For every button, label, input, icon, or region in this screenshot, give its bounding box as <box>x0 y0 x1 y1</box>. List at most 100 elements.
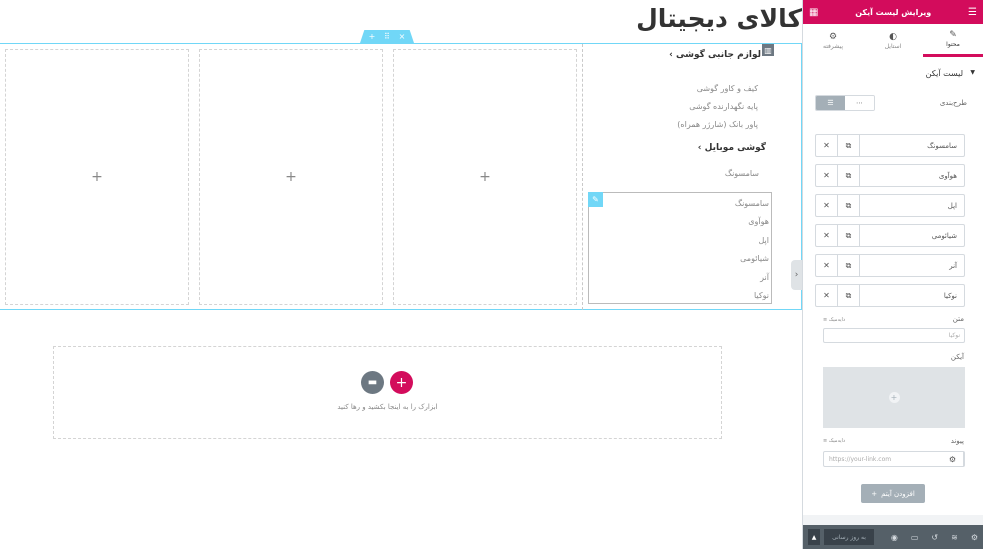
list-item[interactable]: کیف و کاور گوشی <box>677 80 758 98</box>
close-icon[interactable]: ✕ <box>816 195 838 216</box>
layout-toggle: ⋯ ☰ <box>815 95 875 111</box>
desktop-icon[interactable]: ▭ <box>911 533 919 542</box>
canvas: کالای دیجیتال + ⠿ × + + + ▥ لوازم جانبی … <box>0 0 802 549</box>
add-item-label: افزودن آیتم <box>881 489 915 498</box>
layout-label: طرح‌بندی <box>939 99 967 107</box>
icon-field-label: آیکن <box>950 353 964 361</box>
section-add-icon[interactable]: + <box>369 32 376 41</box>
pencil-icon: ✎ <box>949 30 957 40</box>
text-field-label: متن <box>952 315 964 323</box>
empty-column[interactable]: + <box>199 49 383 305</box>
icon-list-items: سامسونگ هوآوی اپل شیائومی آنر نوکیا <box>735 195 769 305</box>
section-delete-icon[interactable]: × <box>399 32 406 41</box>
layout-default-option[interactable]: ☰ <box>816 96 845 110</box>
copy-icon[interactable]: ⧉ <box>838 255 860 276</box>
list-item[interactable]: هوآوی <box>735 213 769 231</box>
tab-label: پیشرفته <box>822 42 844 50</box>
grid-icon[interactable]: ▦ <box>809 7 818 18</box>
tab-style[interactable]: ◐ استایل <box>863 24 923 57</box>
gear-icon[interactable]: ⚙ <box>971 533 978 542</box>
tab-advanced[interactable]: ⚙ پیشرفته <box>803 24 863 57</box>
link-placeholder[interactable]: https://your-link.com <box>824 452 942 466</box>
list-item[interactable]: آنر <box>735 269 769 287</box>
add-widget-icon[interactable]: + <box>285 170 297 184</box>
add-item-button[interactable]: افزودن آیتم + <box>861 484 925 503</box>
plus-icon: + <box>871 489 878 498</box>
nav-sub-item[interactable]: سامسونگ <box>725 169 759 178</box>
panel-footer: ▲ به روز رسانی ◉ ▭ ↺ ≋ ⚙ <box>803 525 983 549</box>
list-item[interactable]: شیائومی <box>735 250 769 268</box>
repeater-item[interactable]: شیائومی ⧉ ✕ <box>815 224 965 247</box>
column-handle-icon[interactable]: ▥ <box>762 44 774 56</box>
update-button[interactable]: به روز رسانی <box>824 529 874 545</box>
folder-icon[interactable]: ▬ <box>361 371 384 394</box>
copy-icon[interactable]: ⧉ <box>838 165 860 186</box>
drop-zone[interactable]: ▬ + ابزارک را به اینجا بکشید و رها کنید <box>53 346 722 439</box>
dynamic-tag[interactable]: دایه‌میک ≡ <box>823 317 845 323</box>
editor-panel: ☰ ویرایش لیست آیکن ▦ ✎ محتوا ◐ استایل ⚙ … <box>802 0 983 549</box>
repeater-item-title[interactable]: سامسونگ <box>860 135 964 156</box>
repeater-item-title[interactable]: اپل <box>860 195 964 216</box>
copy-icon[interactable]: ⧉ <box>838 225 860 246</box>
repeater-item[interactable]: نوکیا ⧉ ✕ <box>815 284 965 307</box>
repeater-item-title[interactable]: آنر <box>860 255 964 276</box>
dynamic-tag[interactable]: دایه‌میک ≡ <box>823 438 845 444</box>
dynamic-tag-label: دایه‌میک <box>828 438 846 444</box>
gear-icon: ⚙ <box>828 31 838 42</box>
plus-icon[interactable]: + <box>888 392 900 403</box>
add-widget-icon[interactable]: + <box>91 170 103 184</box>
history-icon[interactable]: ↺ <box>931 533 938 542</box>
caret-down-icon[interactable]: ▼ <box>970 69 975 76</box>
pencil-icon[interactable]: ✎ <box>588 192 603 207</box>
repeater-item-title[interactable]: شیائومی <box>860 225 964 246</box>
gear-icon[interactable]: ⚙ <box>942 452 964 466</box>
section-handle[interactable]: + ⠿ × <box>360 30 414 43</box>
add-section-button[interactable]: + <box>390 371 413 394</box>
repeater-item[interactable]: سامسونگ ⧉ ✕ <box>815 134 965 157</box>
close-icon[interactable]: ✕ <box>816 285 838 306</box>
empty-column[interactable]: + <box>393 49 577 305</box>
copy-icon[interactable]: ⧉ <box>838 135 860 156</box>
link-input[interactable]: https://your-link.com ⚙ <box>823 451 965 467</box>
close-icon[interactable]: ✕ <box>816 135 838 156</box>
list-item[interactable]: پاور بانک (شارژر همراه) <box>677 116 758 134</box>
section[interactable]: + + + ▥ لوازم جانبی گوشی › کیف و کاور گو… <box>0 43 802 310</box>
section-move-icon[interactable]: ⠿ <box>384 32 390 41</box>
add-widget-icon[interactable]: + <box>479 170 491 184</box>
close-icon[interactable]: ✕ <box>816 225 838 246</box>
list-item[interactable]: سامسونگ <box>735 195 769 213</box>
repeater-item-title[interactable]: هوآوی <box>860 165 964 186</box>
icon-picker[interactable]: + <box>823 367 965 428</box>
tab-label: استایل <box>884 42 902 50</box>
content-column[interactable]: ▥ لوازم جانبی گوشی › کیف و کاور گوشی پای… <box>582 44 802 310</box>
section-title[interactable]: لیست آیکن <box>926 69 963 78</box>
nav-heading[interactable]: گوشی موبایل › <box>698 143 766 153</box>
eye-icon[interactable]: ◉ <box>891 533 898 542</box>
panel-title: ویرایش لیست آیکن <box>855 7 932 17</box>
empty-column[interactable]: + <box>5 49 189 305</box>
nav-list: کیف و کاور گوشی پایه نگهدارنده گوشی پاور… <box>677 80 758 134</box>
repeater-item[interactable]: اپل ⧉ ✕ <box>815 194 965 217</box>
layout-inline-option[interactable]: ⋯ <box>845 96 874 110</box>
copy-icon[interactable]: ⧉ <box>838 195 860 216</box>
copy-icon[interactable]: ⧉ <box>838 285 860 306</box>
list-item[interactable]: نوکیا <box>735 287 769 305</box>
icon-list-widget[interactable]: ✎ سامسونگ هوآوی اپل شیائومی آنر نوکیا <box>588 192 772 304</box>
drop-zone-text: ابزارک را به اینجا بکشید و رها کنید <box>337 403 438 411</box>
repeater-item[interactable]: هوآوی ⧉ ✕ <box>815 164 965 187</box>
list-item[interactable]: اپل <box>735 232 769 250</box>
layers-icon[interactable]: ≋ <box>951 533 958 542</box>
close-icon[interactable]: ✕ <box>816 165 838 186</box>
repeater-item-title[interactable]: نوکیا <box>860 285 964 306</box>
nav-heading[interactable]: لوازم جانبی گوشی › <box>669 50 761 60</box>
chevron-right-icon[interactable]: › <box>791 260 802 290</box>
hamburger-icon[interactable]: ☰ <box>968 7 977 18</box>
tab-content[interactable]: ✎ محتوا <box>923 24 983 57</box>
close-icon[interactable]: ✕ <box>816 255 838 276</box>
repeater-item[interactable]: آنر ⧉ ✕ <box>815 254 965 277</box>
editor-window: کالای دیجیتال + ⠿ × + + + ▥ لوازم جانبی … <box>0 0 983 549</box>
caret-up-icon[interactable]: ▲ <box>808 529 820 545</box>
list-item[interactable]: پایه نگهدارنده گوشی <box>677 98 758 116</box>
link-field-label: پیوند <box>950 437 964 445</box>
text-input[interactable]: نوکیا <box>823 328 965 343</box>
